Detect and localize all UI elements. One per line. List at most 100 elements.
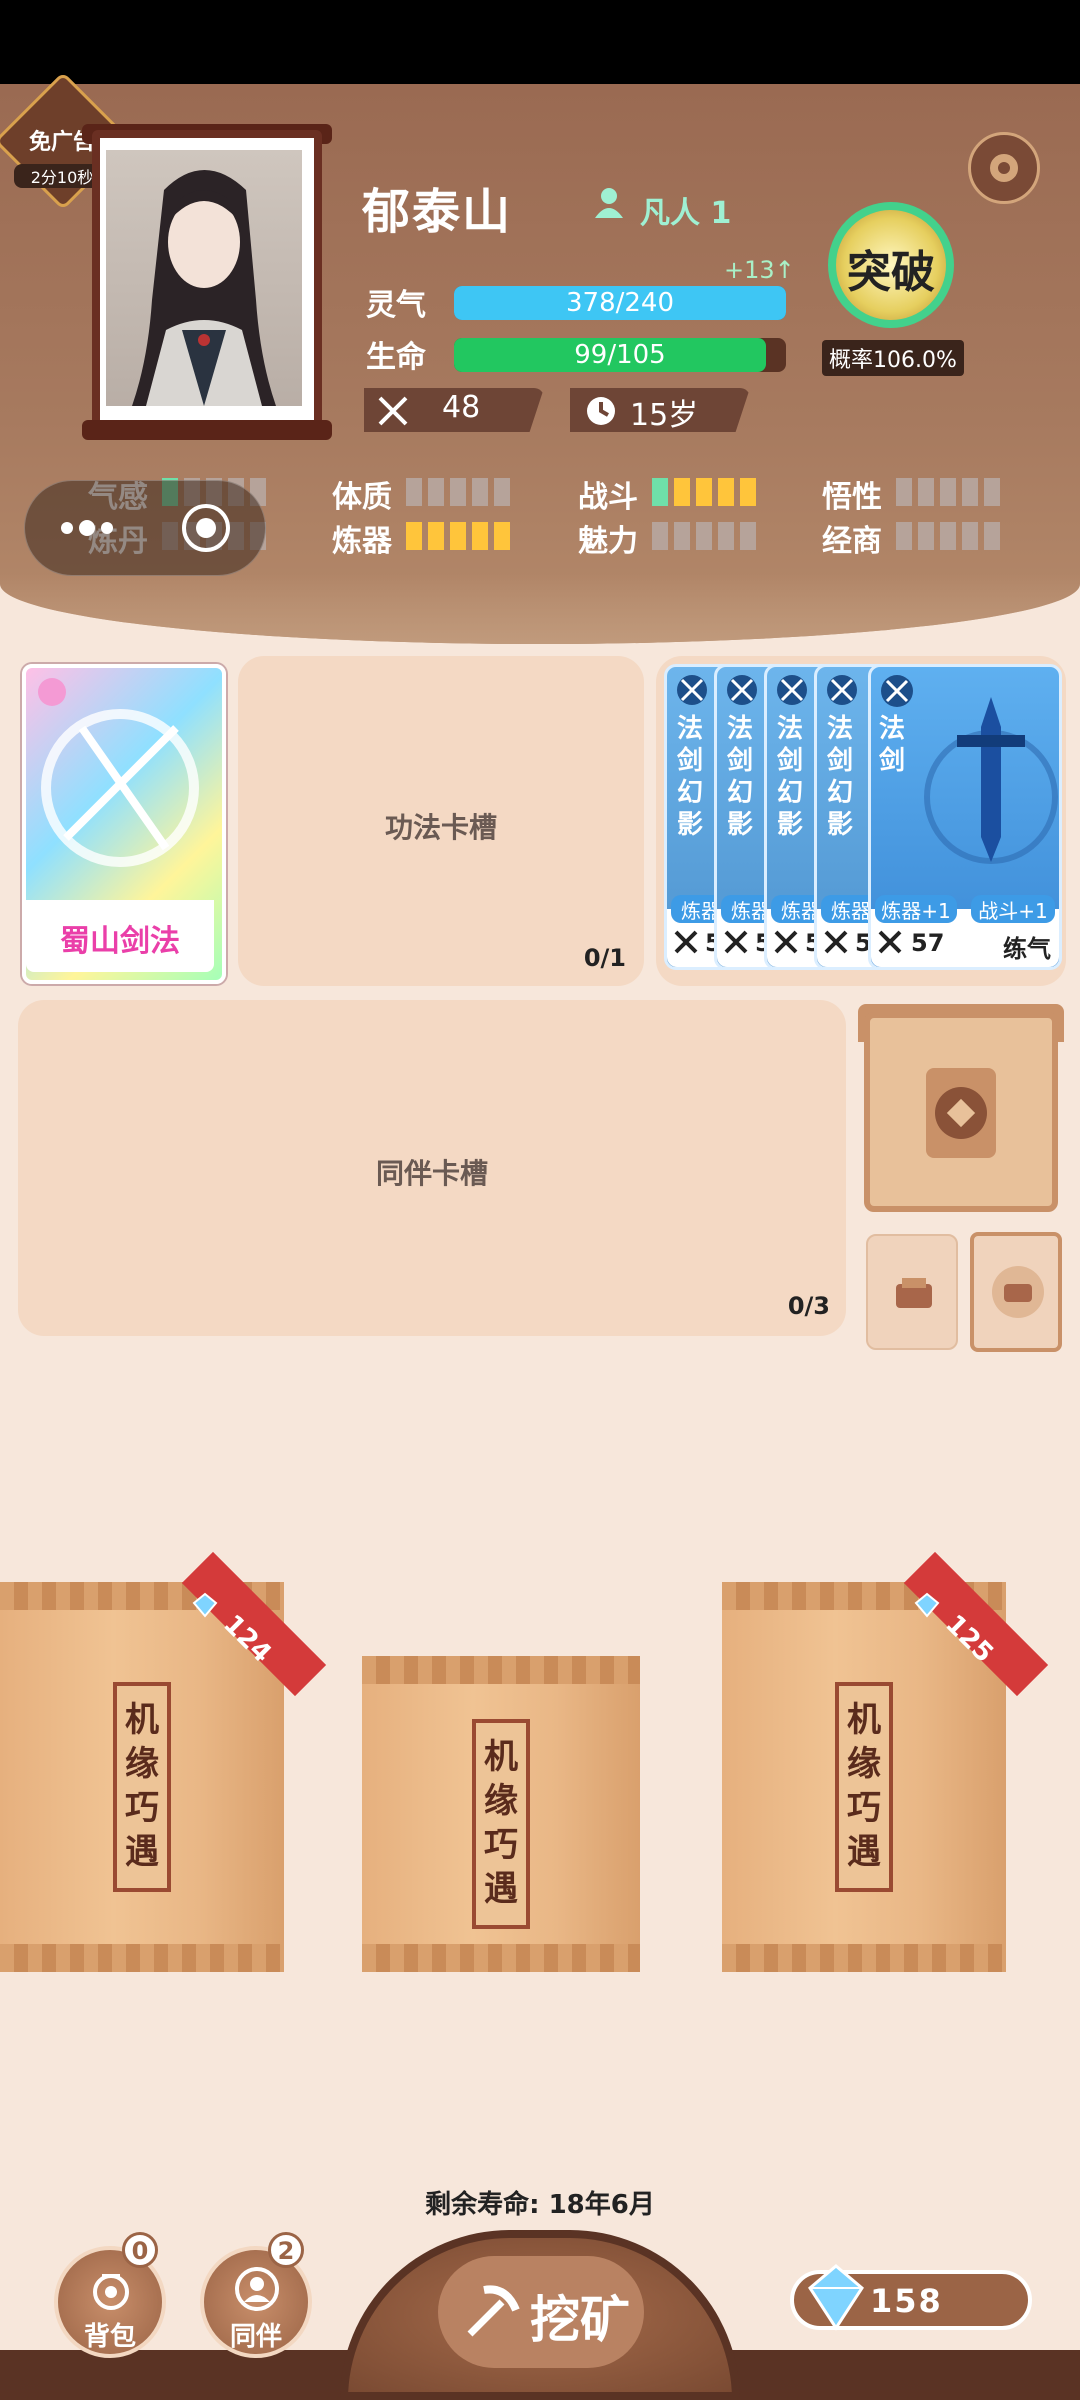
artifact-stacked-name: 法剑幻影 [777, 714, 804, 840]
skill-slot-count: 0/1 [583, 944, 626, 972]
attribute-level-segment [450, 478, 466, 506]
swords-icon [773, 929, 799, 959]
companion-count: 2 [268, 2232, 304, 2268]
remaining-life: 剩余寿命: 18年6月 [425, 2190, 655, 2220]
swords-icon [823, 929, 849, 959]
attribute-label: 经商 [822, 524, 882, 559]
swords-icon [376, 394, 410, 432]
close-target-icon[interactable] [179, 501, 233, 559]
bag-icon [88, 2266, 134, 2316]
power-value: 48 [442, 390, 481, 425]
sword-icon [921, 687, 1061, 901]
backpack-count: 0 [122, 2232, 158, 2268]
artifact-stacked-name: 法剑幻影 [677, 714, 704, 840]
attribute-level-segment [406, 478, 422, 506]
pack-bottom-crimp [362, 1944, 640, 1972]
attribute-level-segment [984, 478, 1000, 506]
artifact-tag-combat: 战斗+1 [971, 895, 1055, 923]
breakthrough-probability: 概率106.0% [822, 340, 964, 376]
artifact-card-main[interactable]: 法剑 炼器+1 战斗+1 57 练气 [868, 664, 1062, 970]
attribute-level-segment [984, 522, 1000, 550]
artifact-stacked-name: 法剑幻影 [727, 714, 754, 840]
skill-slot-label: 功法卡槽 [384, 811, 497, 844]
attribute-level-segment [696, 522, 712, 550]
life-bar: 99/105 [454, 338, 786, 372]
gem-icon [806, 2262, 866, 2336]
attribute-label: 悟性 [822, 480, 882, 515]
attribute-level-segment [896, 478, 912, 506]
pack-label: 机缘巧遇 [835, 1682, 893, 1892]
box-icon [894, 1276, 934, 1316]
pack-label: 机缘巧遇 [472, 1719, 530, 1929]
sword-badge-icon [879, 673, 915, 713]
gem-icon [192, 1592, 218, 1622]
avatar[interactable] [106, 150, 302, 406]
companion-slot-count: 0/3 [787, 1292, 830, 1320]
attribute-level-segment [674, 522, 690, 550]
attribute-level-segment [406, 522, 422, 550]
gem-count: 158 [870, 2282, 943, 2320]
attribute-level-segment [450, 522, 466, 550]
storage-button[interactable] [866, 1234, 958, 1350]
coin-icon [916, 1058, 1006, 1172]
attribute-label: 魅力 [578, 524, 638, 559]
player-rank: 凡人 1 [640, 196, 732, 231]
shrine-button[interactable] [864, 1012, 1058, 1212]
fortune-pack[interactable]: 机缘巧遇 125 [722, 1551, 1049, 1972]
attribute-level-segment [918, 478, 934, 506]
attribute-level-segment [940, 522, 956, 550]
skill-slot[interactable]: 功法卡槽 0/1 [238, 656, 644, 986]
pack-label: 机缘巧遇 [113, 1682, 171, 1892]
attribute-level-segment [674, 478, 690, 506]
more-icon[interactable] [59, 513, 119, 547]
backpack-label: 背包 [83, 2322, 136, 2352]
life-value: 99/105 [574, 340, 666, 370]
skill-card-name: 蜀山剑法 [60, 924, 180, 959]
miniapp-capsule[interactable] [24, 480, 266, 576]
spirit-label: 灵气 [366, 288, 426, 323]
sword-badge-icon [675, 673, 709, 711]
pack-label-text: 机缘巧遇 [484, 1737, 518, 1909]
attribute-level-segment [652, 478, 668, 506]
pack-bottom-crimp [722, 1944, 1006, 1972]
breakthrough-label: 突破 [847, 247, 935, 298]
fortune-pack[interactable]: 机缘巧遇 124 [0, 1551, 327, 1972]
attribute-level-segment [494, 478, 510, 506]
portrait-scroll-bottom [82, 420, 332, 440]
attribute-label: 炼器 [332, 524, 392, 559]
pack-bottom-crimp [0, 1944, 284, 1972]
player-name: 郁泰山 [362, 184, 513, 240]
attribute-level-segment [494, 522, 510, 550]
attribute-label: 体质 [332, 480, 392, 515]
attribute-label: 战斗 [578, 480, 638, 515]
attribute-level-segment [718, 478, 734, 506]
attribute-level-segment [718, 522, 734, 550]
companion-slot[interactable]: 同伴卡槽 0/3 [18, 1000, 846, 1336]
attribute-level-segment [740, 478, 756, 506]
pack-top-crimp [362, 1656, 640, 1684]
attribute-level-segment [940, 478, 956, 506]
spirit-gain: +13↑ [724, 256, 795, 284]
attribute-level-segment [896, 522, 912, 550]
companion-label: 同伴 [229, 2322, 282, 2352]
attribute-level-segment [918, 522, 934, 550]
pack-label-text: 机缘巧遇 [125, 1700, 159, 1872]
attribute-level-segment [962, 478, 978, 506]
scroll-button[interactable] [970, 1232, 1062, 1352]
companion-icon [234, 2266, 280, 2316]
pack-label-text: 机缘巧遇 [847, 1700, 881, 1872]
swords-icon [673, 929, 699, 959]
companion-slot-label: 同伴卡槽 [375, 1157, 488, 1190]
artifact-main-type: 练气 [1003, 935, 1051, 963]
swords-icon [723, 929, 749, 959]
gear-icon [990, 154, 1018, 182]
attribute-level-segment [696, 478, 712, 506]
fortune-pack[interactable]: 机缘巧遇 [362, 1656, 640, 1972]
sword-badge-icon [775, 673, 809, 711]
scroll-icon [990, 1264, 1046, 1324]
attribute-level-segment [472, 478, 488, 506]
artifact-main-power: 57 [911, 929, 945, 957]
clock-icon [584, 394, 618, 432]
spirit-bar: 378/240 [454, 286, 786, 320]
sword-badge-icon [825, 673, 859, 711]
